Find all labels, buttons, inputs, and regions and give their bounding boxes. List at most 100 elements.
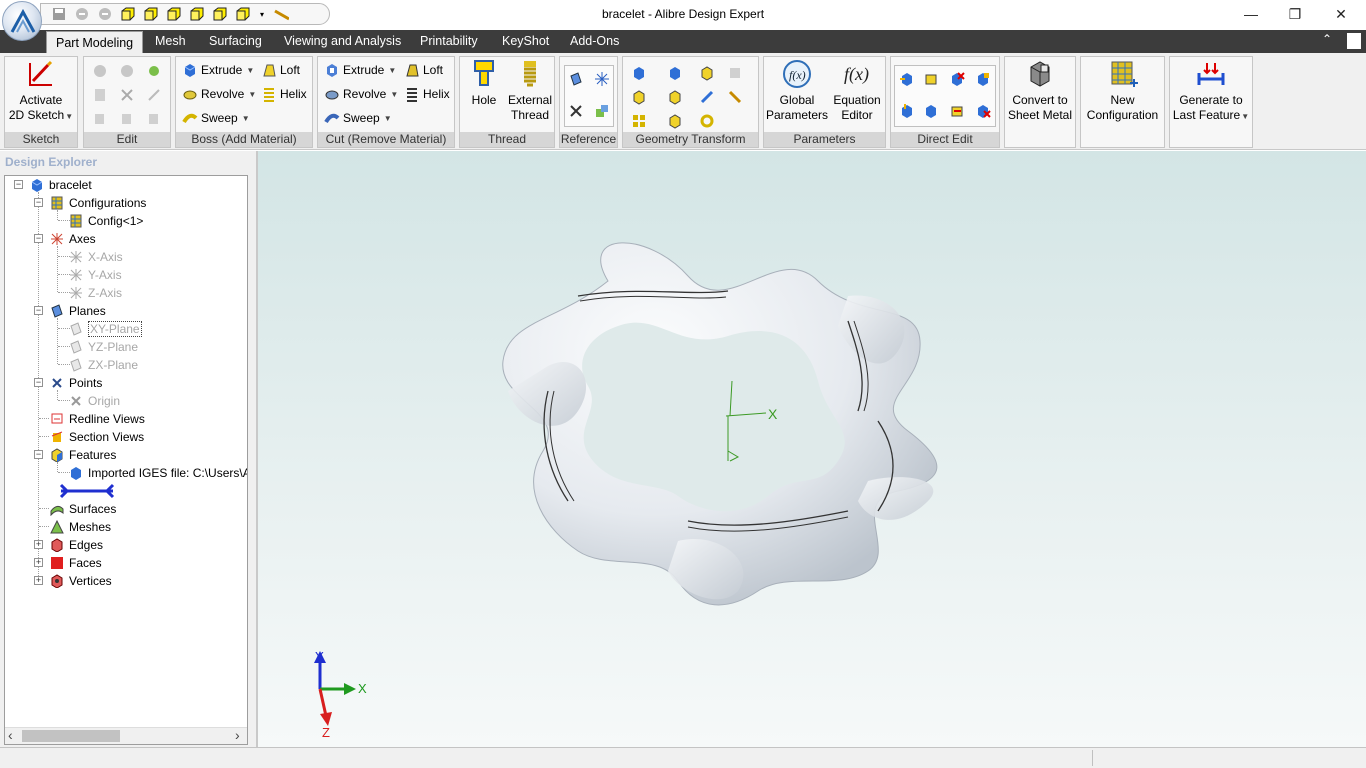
cut-feature-icon[interactable] bbox=[119, 111, 135, 127]
tree-item-configurations[interactable]: Configurations bbox=[50, 194, 146, 212]
tree-item-surfaces[interactable]: Surfaces bbox=[50, 500, 116, 518]
horizontal-scrollbar[interactable]: ‹ › bbox=[5, 727, 247, 744]
unsuppress-icon[interactable] bbox=[119, 63, 135, 79]
chamfer-icon[interactable] bbox=[667, 65, 683, 81]
tab-mesh[interactable]: Mesh bbox=[146, 30, 195, 53]
boss-helix-button[interactable]: Helix bbox=[261, 85, 307, 103]
tree-item-y-axis[interactable]: Y-Axis bbox=[69, 266, 122, 284]
tree-item-yz-plane[interactable]: YZ-Plane bbox=[69, 338, 138, 356]
cut-helix-button[interactable]: Helix bbox=[404, 85, 450, 103]
tab-keyshot[interactable]: KeyShot bbox=[493, 30, 558, 53]
tab-surfacing[interactable]: Surfacing bbox=[200, 30, 271, 53]
ribbon-collapse-button[interactable]: ⌃ bbox=[1322, 32, 1332, 46]
tree-item-points[interactable]: Points bbox=[50, 374, 102, 392]
offset-face-icon[interactable] bbox=[923, 71, 939, 87]
copy-icon[interactable] bbox=[92, 111, 108, 127]
split-icon[interactable] bbox=[727, 89, 743, 105]
tree-item-bracelet[interactable]: bracelet bbox=[30, 176, 92, 194]
minimize-button[interactable]: — bbox=[1228, 2, 1274, 28]
boss-loft-button[interactable]: Loft bbox=[261, 61, 300, 79]
expand-toggle[interactable]: + bbox=[34, 576, 43, 585]
delete-face-icon[interactable] bbox=[949, 71, 965, 87]
circular-pattern-icon[interactable] bbox=[699, 113, 715, 129]
tree-item-axes[interactable]: Axes bbox=[50, 230, 96, 248]
tree-item-redline-views[interactable]: Redline Views bbox=[50, 410, 145, 428]
collapse-toggle[interactable]: − bbox=[34, 378, 43, 387]
tree-item-origin[interactable]: Origin bbox=[69, 392, 120, 410]
tab-viewing-and-analysis[interactable]: Viewing and Analysis bbox=[275, 30, 410, 53]
generate-to-last-feature-button[interactable]: Generate to Last Feature▼ bbox=[1170, 59, 1252, 124]
move-face-icon[interactable] bbox=[899, 71, 915, 87]
cut-loft-button[interactable]: Loft bbox=[404, 61, 443, 79]
linear-pattern-icon[interactable] bbox=[631, 113, 647, 129]
3d-viewport[interactable]: X Y X Z bbox=[256, 151, 1366, 747]
close-button[interactable]: ✕ bbox=[1318, 2, 1364, 28]
pattern-icon[interactable] bbox=[699, 89, 715, 105]
hole-button[interactable]: Hole bbox=[464, 59, 504, 108]
paste-icon[interactable] bbox=[146, 111, 162, 127]
collapse-toggle[interactable]: − bbox=[14, 180, 23, 189]
equation-editor-button[interactable]: f(x) Equation Editor bbox=[828, 59, 886, 123]
shell-icon[interactable] bbox=[699, 65, 715, 81]
external-thread-button[interactable]: External Thread bbox=[506, 59, 554, 123]
collapse-toggle[interactable]: − bbox=[34, 450, 43, 459]
new-configuration-button[interactable]: New Configuration bbox=[1081, 59, 1164, 123]
tree-item-section-views[interactable]: Section Views bbox=[50, 428, 144, 446]
collapse-toggle[interactable]: − bbox=[34, 306, 43, 315]
tree-item-zx-plane[interactable]: ZX-Plane bbox=[69, 356, 138, 374]
cut-sweep-button[interactable]: Sweep ▼ bbox=[324, 109, 392, 127]
tree-item-edges[interactable]: Edges bbox=[50, 536, 103, 554]
draft-icon[interactable] bbox=[631, 89, 647, 105]
tree-item-imported-iges[interactable]: Imported IGES file: C:\Users\ASh bbox=[69, 464, 247, 482]
delete-icon[interactable] bbox=[119, 87, 135, 103]
global-parameters-button[interactable]: f(x) Global Parameters bbox=[766, 59, 828, 123]
fillet-icon[interactable] bbox=[631, 65, 647, 81]
cut-revolve-button[interactable]: Revolve ▼ bbox=[324, 85, 398, 103]
tab-add-ons[interactable]: Add-Ons bbox=[561, 30, 628, 53]
tree-item-z-axis[interactable]: Z-Axis bbox=[69, 284, 122, 302]
scroll-left-arrow-icon[interactable]: ‹ bbox=[8, 728, 13, 743]
activate-2d-sketch-button[interactable]: Activate 2D Sketch▼ bbox=[8, 59, 74, 124]
mirror-icon[interactable] bbox=[727, 65, 743, 81]
resize-face-icon[interactable] bbox=[949, 103, 965, 119]
reference-point-icon[interactable] bbox=[568, 103, 584, 119]
collapse-toggle[interactable]: − bbox=[34, 198, 43, 207]
move-hole-icon[interactable] bbox=[899, 103, 915, 119]
scroll-thumb[interactable] bbox=[22, 730, 120, 742]
boss-extrude-button[interactable]: Extrude ▼ bbox=[182, 61, 254, 79]
reference-axis-icon[interactable] bbox=[594, 71, 610, 87]
reference-plane-icon[interactable] bbox=[568, 71, 584, 87]
model-canvas[interactable]: X Y X Z bbox=[258, 151, 1366, 747]
tree-item-config1[interactable]: Config<1> bbox=[69, 212, 143, 230]
application-menu-button[interactable] bbox=[2, 1, 42, 41]
edit-feature-icon[interactable] bbox=[146, 87, 162, 103]
bracelet-model[interactable] bbox=[502, 242, 938, 606]
tree-item-planes[interactable]: Planes bbox=[50, 302, 106, 320]
rollback-marker[interactable] bbox=[57, 482, 117, 500]
restore-button[interactable]: ❐ bbox=[1272, 2, 1318, 28]
rotate-face-icon[interactable] bbox=[923, 103, 939, 119]
expand-toggle[interactable]: + bbox=[34, 540, 43, 549]
tree-item-faces[interactable]: Faces bbox=[50, 554, 102, 572]
replace-face-icon[interactable] bbox=[975, 71, 991, 87]
help-button[interactable] bbox=[1347, 33, 1361, 49]
tree-item-vertices[interactable]: Vertices bbox=[50, 572, 112, 590]
tree-item-meshes[interactable]: Meshes bbox=[50, 518, 111, 536]
properties-icon[interactable] bbox=[92, 87, 108, 103]
cut-extrude-button[interactable]: Extrude ▼ bbox=[324, 61, 396, 79]
scroll-right-arrow-icon[interactable]: › bbox=[235, 728, 240, 743]
tab-printability[interactable]: Printability bbox=[411, 30, 487, 53]
suppress-icon[interactable] bbox=[92, 63, 108, 79]
collapse-toggle[interactable]: − bbox=[34, 234, 43, 243]
body-icon[interactable] bbox=[667, 113, 683, 129]
regenerate-icon[interactable] bbox=[146, 63, 162, 79]
scale-icon[interactable] bbox=[667, 89, 683, 105]
tree-item-features[interactable]: Features bbox=[50, 446, 116, 464]
boss-sweep-button[interactable]: Sweep ▼ bbox=[182, 109, 250, 127]
expand-toggle[interactable]: + bbox=[34, 558, 43, 567]
reference-csys-icon[interactable] bbox=[594, 103, 610, 119]
boss-revolve-button[interactable]: Revolve ▼ bbox=[182, 85, 256, 103]
convert-to-sheet-metal-button[interactable]: Convert to Sheet Metal bbox=[1005, 59, 1075, 123]
remove-feature-icon[interactable] bbox=[975, 103, 991, 119]
tree-item-x-axis[interactable]: X-Axis bbox=[69, 248, 123, 266]
